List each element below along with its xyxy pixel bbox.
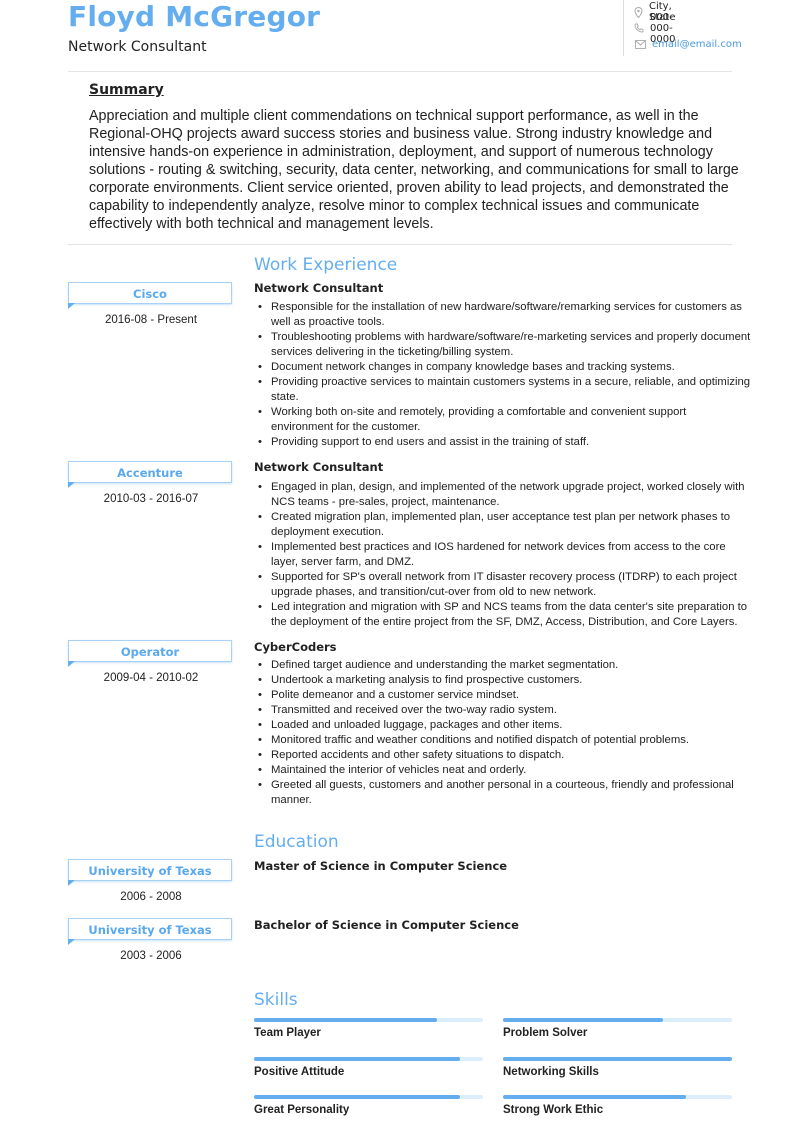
skill-label: Team Player: [254, 1027, 321, 1039]
contact-phone: 000-000-0000: [634, 12, 677, 45]
job-bullet: Monitored traffic and weather conditions…: [258, 733, 751, 748]
skill-item: Networking Skills: [503, 1057, 732, 1078]
skill-bar-fill: [254, 1057, 461, 1061]
skill-bar-fill: [503, 1018, 664, 1022]
skill-label: Problem Solver: [503, 1027, 588, 1039]
skill-item: Strong Work Ethic: [503, 1095, 732, 1116]
job-bullet: Responsible for the installation of new …: [258, 300, 751, 330]
job-position: Network Consultant: [254, 281, 384, 295]
skill-label: Great Personality: [254, 1104, 350, 1116]
skill-label: Networking Skills: [503, 1066, 599, 1078]
job-dates: 2009-04 - 2010-02: [103, 672, 199, 684]
job-bullet: Greeted all guests, customers and anothe…: [258, 778, 751, 808]
skill-label: Strong Work Ethic: [503, 1104, 604, 1116]
job-bullets: Engaged in plan, design, and implemented…: [254, 480, 751, 630]
skill-item: Great Personality: [254, 1095, 483, 1116]
skill-label: Positive Attitude: [254, 1066, 345, 1078]
job-position: CyberCoders: [254, 640, 337, 654]
job-bullet: Supported for SP's overall network from …: [258, 570, 751, 600]
skill-bar-fill: [254, 1095, 461, 1099]
job-bullet: Created migration plan, implemented plan…: [258, 510, 751, 540]
skill-bar-fill: [503, 1095, 687, 1099]
job-dates: 2016-08 - Present: [104, 314, 198, 326]
skill-bar-track: [503, 1018, 732, 1022]
skill-bar-track: [254, 1057, 483, 1061]
job-bullet: Maintained the interior of vehicles neat…: [258, 763, 751, 778]
skill-bar-track: [254, 1018, 483, 1022]
skill-bar-fill: [503, 1057, 732, 1061]
school-tag: University of Texas: [68, 859, 232, 886]
company-tag: Operator: [68, 640, 232, 667]
header-divider: [68, 71, 732, 72]
job-bullet: Undertook a marketing analysis to find p…: [258, 673, 751, 688]
job-bullet: Reported accidents and other safety situ…: [258, 748, 751, 763]
skill-bar-track: [503, 1057, 732, 1061]
skill-bar-track: [254, 1095, 483, 1099]
job-bullet: Transmitted and received over the two-wa…: [258, 703, 751, 718]
summary-text: Appreciation and multiple client commend…: [89, 108, 739, 232]
job-bullet: Polite demeanor and a customer service m…: [258, 688, 751, 703]
summary-divider: [68, 244, 732, 245]
skill-item: Problem Solver: [503, 1018, 732, 1039]
education-heading: Education: [254, 832, 339, 852]
education-dates: 2003 - 2006: [120, 950, 182, 962]
job-bullet: Engaged in plan, design, and implemented…: [258, 480, 751, 510]
degree-title: Master of Science in Computer Science: [254, 859, 508, 873]
school-tag: University of Texas: [68, 918, 232, 945]
job-bullets: Defined target audience and understandin…: [254, 658, 751, 808]
job-bullet: Providing support to end users and assis…: [258, 435, 751, 450]
email-link[interactable]: email@email.com: [652, 39, 742, 50]
job-bullet: Led integration and migration with SP an…: [258, 600, 751, 630]
job-bullet: Defined target audience and understandin…: [258, 658, 751, 673]
contact-block: City, State 000-000-0000 email@email.com: [623, 0, 742, 56]
job-bullet: Troubleshooting problems with hardware/s…: [258, 330, 751, 360]
contact-email[interactable]: email@email.com: [634, 36, 742, 52]
education-dates: 2006 - 2008: [120, 891, 182, 903]
work-experience-heading: Work Experience: [254, 255, 398, 275]
candidate-title: Network Consultant: [68, 39, 207, 55]
job-bullet: Implemented best practices and IOS harde…: [258, 540, 751, 570]
company-tag: Cisco: [68, 282, 232, 309]
skill-bar-track: [503, 1095, 732, 1099]
envelope-icon: [634, 38, 646, 50]
location-pin-icon: [634, 6, 643, 18]
degree-title: Bachelor of Science in Computer Science: [254, 918, 519, 932]
job-bullets: Responsible for the installation of new …: [254, 300, 751, 450]
skill-item: Team Player: [254, 1018, 483, 1039]
job-bullet: Loaded and unloaded luggage, packages an…: [258, 718, 751, 733]
job-bullet: Providing proactive services to maintain…: [258, 375, 751, 405]
job-dates: 2010-03 - 2016-07: [103, 493, 199, 505]
company-tag: Accenture: [68, 461, 232, 488]
summary-heading: Summary: [89, 82, 164, 98]
job-bullet: Document network changes in company know…: [258, 360, 751, 375]
candidate-name: Floyd McGregor: [68, 0, 321, 33]
phone-icon: [634, 22, 644, 34]
skill-bar-fill: [254, 1018, 438, 1022]
skills-heading: Skills: [254, 990, 298, 1010]
skill-item: Positive Attitude: [254, 1057, 483, 1078]
job-position: Network Consultant: [254, 460, 384, 474]
job-bullet: Working both on-site and remotely, provi…: [258, 405, 751, 435]
